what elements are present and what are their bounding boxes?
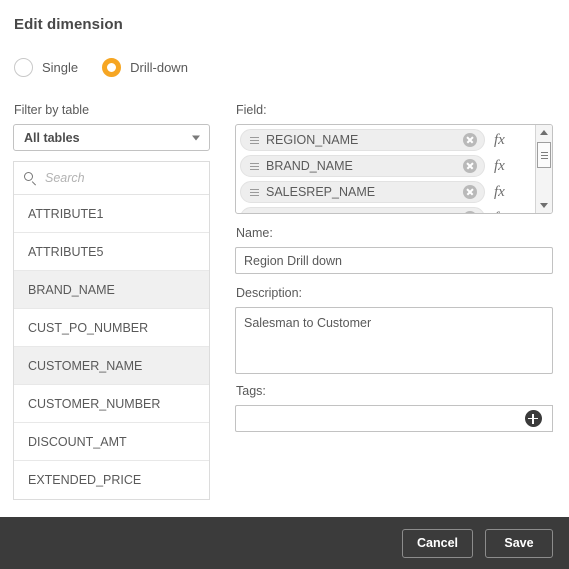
selected-fields-scrollarea: REGION_NAME fx BRAND_NAME fx SALESREP_NA…: [236, 125, 529, 213]
list-item[interactable]: DISCOUNT_AMT: [14, 423, 209, 461]
clear-circle-icon[interactable]: [463, 211, 477, 213]
list-item[interactable]: ATTRIBUTE5: [14, 233, 209, 271]
scroll-down-arrow-icon[interactable]: [536, 198, 552, 213]
dimension-type-radio-group: Single Drill-down: [14, 58, 188, 77]
cancel-button[interactable]: Cancel: [402, 528, 473, 558]
selected-field-name: REGION_NAME: [266, 133, 359, 147]
radio-option-single[interactable]: Single: [14, 58, 78, 77]
selected-field-row: REGION_NAME fx: [236, 129, 529, 151]
plus-circle-icon: [524, 410, 542, 427]
clear-circle-icon[interactable]: [463, 185, 477, 199]
list-item[interactable]: CUSTOMER_NUMBER: [14, 385, 209, 423]
dialog-footer: Cancel Save: [0, 517, 569, 569]
add-tag-button[interactable]: [514, 405, 553, 432]
list-item[interactable]: ATTRIBUTE1: [14, 195, 209, 233]
drag-handle-icon[interactable]: [250, 136, 259, 144]
clear-circle-icon[interactable]: [463, 159, 477, 173]
radio-option-drill-down[interactable]: Drill-down: [102, 58, 188, 77]
search-icon: [24, 171, 37, 185]
field-search-row[interactable]: [14, 162, 209, 195]
expression-button[interactable]: fx: [494, 210, 505, 214]
name-label: Name:: [236, 226, 273, 240]
drag-handle-icon[interactable]: [250, 162, 259, 170]
radio-label-single: Single: [42, 60, 79, 75]
radio-label-drill-down: Drill-down: [130, 60, 188, 75]
scroll-up-arrow-icon[interactable]: [536, 125, 552, 140]
expression-button[interactable]: fx: [494, 184, 505, 201]
selected-field-row-partial: fx: [236, 207, 529, 214]
selected-field-row: SALESREP_NAME fx: [236, 181, 529, 203]
table-filter-value: All tables: [24, 130, 80, 145]
selected-field-row: BRAND_NAME fx: [236, 155, 529, 177]
edit-dimension-dialog: Edit dimension Single Drill-down Filter …: [0, 0, 569, 569]
tags-label: Tags:: [236, 384, 266, 398]
selected-field-pill[interactable]: [240, 207, 485, 213]
dialog-title: Edit dimension: [14, 16, 123, 33]
table-filter-select[interactable]: All tables: [13, 124, 210, 151]
scrollbar-thumb[interactable]: [537, 142, 551, 168]
filter-by-table-label: Filter by table: [14, 103, 90, 117]
list-item[interactable]: CUST_PO_NUMBER: [14, 309, 209, 347]
drag-handle-icon[interactable]: [250, 188, 259, 196]
available-fields-panel: ATTRIBUTE1 ATTRIBUTE5 BRAND_NAME CUST_PO…: [13, 161, 210, 500]
tags-input[interactable]: [235, 405, 518, 432]
expression-button[interactable]: fx: [494, 132, 505, 149]
list-item[interactable]: CUSTOMER_NAME: [14, 347, 209, 385]
clear-circle-icon[interactable]: [463, 133, 477, 147]
selected-field-pill[interactable]: REGION_NAME: [240, 129, 485, 151]
list-item[interactable]: BRAND_NAME: [14, 271, 209, 309]
selected-fields-scrollbar[interactable]: [535, 125, 552, 213]
radio-circle-icon: [14, 58, 33, 77]
description-label: Description:: [236, 286, 302, 300]
expression-button[interactable]: fx: [494, 158, 505, 175]
radio-circle-selected-icon: [102, 58, 122, 77]
selected-field-name: BRAND_NAME: [266, 159, 353, 173]
selected-field-pill[interactable]: SALESREP_NAME: [240, 181, 485, 203]
chevron-down-icon: [192, 135, 200, 140]
selected-field-name: SALESREP_NAME: [266, 185, 376, 199]
selected-fields-box: REGION_NAME fx BRAND_NAME fx SALESREP_NA…: [235, 124, 553, 214]
field-label: Field:: [236, 103, 267, 117]
name-input[interactable]: [235, 247, 553, 274]
search-input[interactable]: [45, 171, 185, 185]
selected-field-pill[interactable]: BRAND_NAME: [240, 155, 485, 177]
description-textarea[interactable]: [235, 307, 553, 374]
save-button[interactable]: Save: [485, 528, 553, 558]
list-item[interactable]: EXTENDED_PRICE: [14, 461, 209, 499]
